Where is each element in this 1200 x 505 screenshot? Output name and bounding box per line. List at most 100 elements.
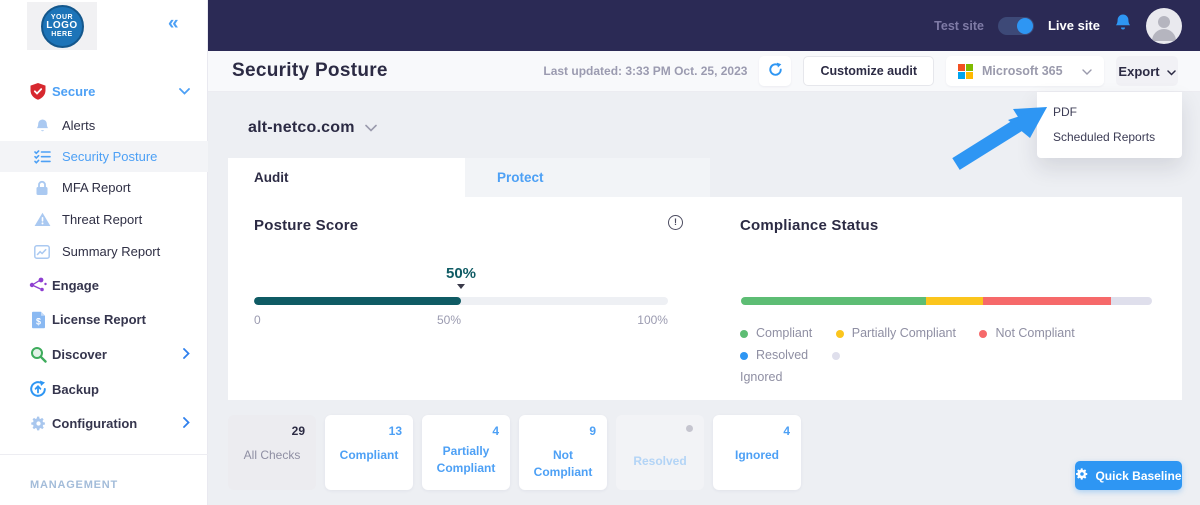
tick-label: 0 (254, 313, 261, 327)
legend-dot (835, 329, 844, 338)
sidebar-divider (0, 454, 208, 455)
live-site-label: Live site (1047, 18, 1100, 33)
posture-score-value: 50% (445, 265, 477, 282)
legend-label: Resolved (756, 348, 809, 362)
customize-audit-button[interactable]: Customize audit (803, 56, 934, 86)
export-menu-item-pdf[interactable]: PDF (1037, 100, 1182, 125)
user-avatar[interactable] (1146, 7, 1182, 44)
sidebar-item-summary-report[interactable]: Summary Report (0, 236, 208, 267)
segment-not-compliant (983, 297, 1111, 305)
compliance-status-title: Compliance Status (740, 217, 879, 234)
refresh-icon (768, 62, 783, 80)
integration-value: Microsoft 365 (982, 64, 1063, 78)
sidebar-item-alerts[interactable]: Alerts (0, 110, 208, 141)
sidebar: YOUR LOGO HERE « Secure Alerts Security … (0, 0, 208, 505)
quick-baseline-button[interactable]: Quick Baseline (1075, 461, 1182, 490)
engage-network-icon (28, 277, 48, 293)
logo-badge: YOUR LOGO HERE (40, 4, 84, 48)
shield-icon (28, 82, 48, 101)
card-count: 4 (783, 424, 790, 438)
tab-protect[interactable]: Protect (465, 158, 710, 197)
compliance-stacked-bar (741, 297, 1152, 305)
card-label: Resolved (633, 454, 687, 468)
tick-label: 100% (637, 313, 668, 327)
card-all-checks[interactable]: 29 All Checks (228, 415, 316, 490)
tab-label: Protect (497, 170, 544, 185)
card-not-compliant[interactable]: 9 Not Compliant (519, 415, 607, 490)
info-icon[interactable]: ! (668, 215, 683, 230)
card-label: Ignored (735, 448, 779, 462)
legend-item-partially-compliant: Partially Compliant (835, 326, 956, 340)
sidebar-item-label: Secure (52, 83, 96, 99)
integration-select[interactable]: Microsoft 365 (946, 56, 1104, 86)
svg-text:$: $ (35, 316, 40, 326)
legend-label: Ignored (740, 370, 783, 384)
sidebar-item-label: Backup (52, 381, 99, 397)
segment-partially-compliant (925, 297, 984, 305)
page-title: Security Posture (232, 60, 388, 81)
legend-item-ignored: Ignored (740, 370, 782, 384)
card-count: 9 (589, 424, 596, 438)
audit-panel: Posture Score ! 50% 0 50% 100% Complianc… (228, 197, 1182, 400)
export-button[interactable]: Export (1116, 56, 1178, 86)
export-menu-item-scheduled-reports[interactable]: Scheduled Reports (1037, 125, 1182, 150)
microsoft-logo-icon (958, 63, 973, 79)
card-partially-compliant[interactable]: 4 Partially Compliant (422, 415, 510, 490)
score-marker-icon (457, 284, 465, 289)
sidebar-item-threat-report[interactable]: Threat Report (0, 203, 208, 236)
sidebar-item-label: MFA Report (62, 180, 131, 195)
refresh-button[interactable] (759, 56, 792, 86)
gear-icon (1075, 467, 1089, 484)
gear-icon (28, 415, 48, 432)
sidebar-item-discover[interactable]: Discover (0, 337, 208, 372)
legend-item-ignored-dot (831, 348, 840, 362)
test-site-label: Test site (934, 18, 984, 33)
topbar: Test site Live site (208, 0, 1200, 51)
lock-icon (33, 180, 51, 196)
logo-text: LOGO (46, 20, 78, 31)
sidebar-collapse-icon[interactable]: « (168, 13, 192, 37)
sidebar-item-backup[interactable]: Backup (0, 372, 208, 406)
legend-label: Partially Compliant (851, 326, 956, 340)
sidebar-item-security-posture[interactable]: Security Posture (0, 141, 208, 172)
management-section-label: MANAGEMENT (30, 479, 119, 491)
export-dropdown-menu: PDF Scheduled Reports (1037, 92, 1182, 158)
compliance-legend: Compliant Partially Compliant Not Compli… (740, 322, 1180, 388)
sidebar-item-mfa-report[interactable]: MFA Report (0, 172, 208, 203)
sidebar-item-label: Engage (52, 277, 99, 293)
chevron-down-icon (364, 119, 377, 137)
resolved-dot-icon (686, 425, 693, 432)
card-resolved[interactable]: Resolved (616, 415, 704, 490)
alert-bell-icon (33, 118, 51, 134)
legend-item-not-compliant: Not Compliant (979, 326, 1075, 340)
legend-dot (740, 351, 748, 360)
chevron-down-icon (179, 82, 190, 100)
site-selector[interactable]: alt-netco.com (248, 119, 377, 137)
chart-line-icon (33, 244, 51, 259)
chevron-down-icon (1082, 64, 1092, 78)
sidebar-item-license-report[interactable]: $ License Report (0, 302, 208, 337)
tab-audit[interactable]: Audit (228, 158, 465, 197)
chevron-down-icon (1166, 64, 1176, 79)
legend-label: Compliant (756, 326, 813, 340)
sidebar-item-engage[interactable]: Engage (0, 268, 208, 302)
posture-progress-fill (254, 297, 461, 305)
sidebar-item-label: License Report (52, 312, 146, 327)
page-header: Security Posture Last updated: 3:33 PM O… (208, 51, 1200, 92)
sidebar-item-label: Summary Report (62, 244, 161, 259)
sidebar-item-label: Alerts (62, 118, 96, 133)
legend-dot (740, 329, 748, 338)
site-mode-toggle[interactable] (997, 16, 1034, 35)
card-compliant[interactable]: 13 Compliant (325, 415, 413, 490)
sidebar-item-secure[interactable]: Secure (0, 76, 208, 106)
site-name: alt-netco.com (248, 119, 355, 136)
sidebar-item-configuration[interactable]: Configuration (0, 406, 208, 441)
notification-bell-icon[interactable] (1114, 13, 1132, 38)
quick-baseline-label: Quick Baseline (1095, 468, 1182, 483)
card-ignored[interactable]: 4 Ignored (713, 415, 801, 490)
card-label: Partially Compliant (436, 444, 496, 475)
sidebar-item-label: Security Posture (62, 149, 158, 164)
legend-dot (831, 351, 840, 360)
chevron-right-icon (183, 415, 190, 433)
last-updated-label: Last updated: 3:33 PM Oct. 25, 2023 (543, 64, 748, 78)
